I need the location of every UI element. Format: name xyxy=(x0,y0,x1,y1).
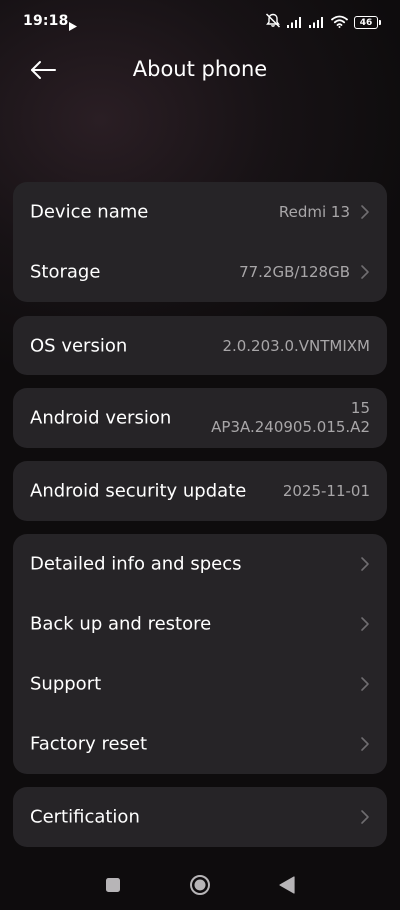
signal-icon xyxy=(309,13,325,32)
os-version-label: OS version xyxy=(30,335,128,356)
backup-restore-label: Back up and restore xyxy=(30,613,212,635)
chevron-right-icon xyxy=(361,557,369,571)
signal-icon xyxy=(287,13,303,32)
factory-reset-label: Factory reset xyxy=(30,733,148,755)
home-circle-icon[interactable] xyxy=(187,872,213,898)
certification-label: Certification xyxy=(30,806,140,828)
status-bar: 19:18 46 xyxy=(0,0,400,44)
factory-reset-row[interactable]: Factory reset xyxy=(13,714,387,774)
page-title: About phone xyxy=(132,57,268,81)
detailed-info-label: Detailed info and specs xyxy=(30,553,242,575)
status-time: 19:18 xyxy=(23,13,69,29)
certification-row[interactable]: Certification xyxy=(13,787,387,847)
battery-level: 46 xyxy=(359,17,373,28)
back-triangle-icon[interactable] xyxy=(274,872,300,898)
chevron-right-icon xyxy=(361,737,369,751)
android-version-card: Android version 15 AP3A.240905.015.A2 xyxy=(13,388,387,448)
chevron-right-icon xyxy=(361,265,369,279)
battery-icon: 46 xyxy=(354,16,381,29)
header: About phone xyxy=(0,50,400,90)
security-update-value: 2025-11-01 xyxy=(282,482,370,500)
storage-label: Storage xyxy=(30,261,101,283)
storage-row[interactable]: Storage 77.2GB/128GB xyxy=(13,242,387,302)
chevron-right-icon xyxy=(361,617,369,631)
os-version-value: 2.0.203.0.VNTMIXM xyxy=(222,336,370,355)
chevron-right-icon xyxy=(361,205,369,219)
detailed-info-row[interactable]: Detailed info and specs xyxy=(13,534,387,594)
status-icons: 46 xyxy=(265,13,381,32)
mute-icon xyxy=(265,13,281,32)
device-name-label: Device name xyxy=(30,201,149,223)
device-card: Device name Redmi 13 Storage 77.2GB/128G… xyxy=(13,182,387,302)
os-version-card: OS version 2.0.203.0.VNTMIXM xyxy=(13,316,387,375)
device-name-row[interactable]: Device name Redmi 13 xyxy=(13,182,387,242)
play-icon xyxy=(69,16,77,35)
storage-value: 77.2GB/128GB xyxy=(239,263,350,281)
wifi-icon xyxy=(331,13,348,32)
device-name-value: Redmi 13 xyxy=(278,203,350,221)
security-update-row[interactable]: Android security update 2025-11-01 xyxy=(13,461,387,521)
security-update-card: Android security update 2025-11-01 xyxy=(13,461,387,521)
android-version-number: 15 xyxy=(350,399,370,417)
backup-restore-row[interactable]: Back up and restore xyxy=(13,594,387,654)
security-update-label: Android security update xyxy=(30,480,247,502)
chevron-right-icon xyxy=(361,677,369,691)
support-row[interactable]: Support xyxy=(13,654,387,714)
recents-square-icon[interactable] xyxy=(100,872,126,898)
os-version-row[interactable]: OS version 2.0.203.0.VNTMIXM xyxy=(13,316,387,375)
android-build-number: AP3A.240905.015.A2 xyxy=(211,418,370,436)
android-version-label: Android version xyxy=(30,407,172,429)
more-options-card: Detailed info and specs Back up and rest… xyxy=(13,534,387,774)
chevron-right-icon xyxy=(361,810,369,824)
android-version-row[interactable]: Android version 15 AP3A.240905.015.A2 xyxy=(13,388,387,448)
android-version-value: 15 AP3A.240905.015.A2 xyxy=(211,399,370,437)
navigation-bar xyxy=(0,860,400,910)
support-label: Support xyxy=(30,673,102,695)
certification-card: Certification xyxy=(13,787,387,847)
